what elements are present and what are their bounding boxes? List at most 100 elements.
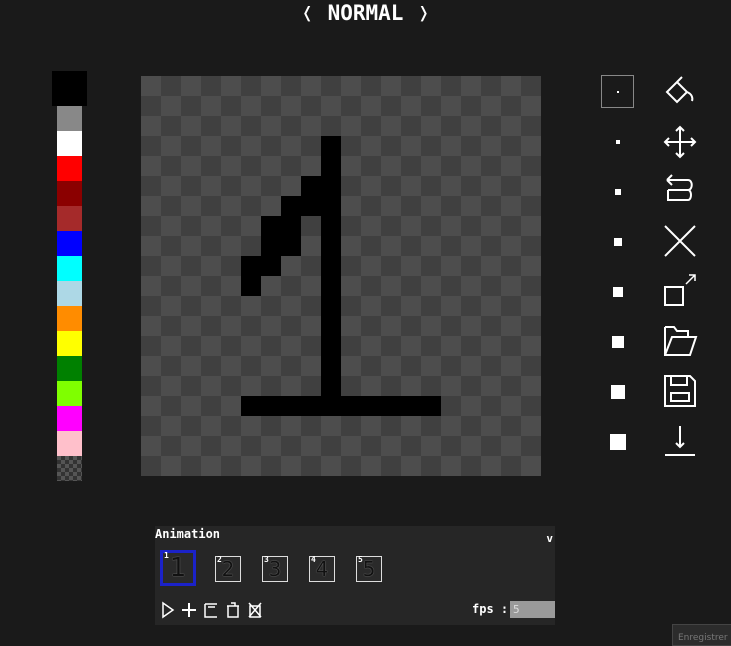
open-folder-icon[interactable] [662,323,698,359]
mode-selector: ❬ NORMAL ❭ [0,0,731,26]
painted-pixel [321,176,341,196]
color-swatch[interactable] [57,181,82,206]
color-swatch[interactable] [57,231,82,256]
painted-pixel [261,236,281,256]
brush-size-7[interactable] [601,375,634,408]
animation-panel: Animation v 11 22 33 44 55 fps : [155,526,555,625]
resize-icon[interactable] [662,274,698,310]
painted-pixel [321,256,341,276]
color-swatch[interactable] [57,106,82,131]
painted-pixel [321,156,341,176]
painted-pixel [341,396,361,416]
painted-pixel [241,276,261,296]
brush-dot-icon [610,384,625,399]
painted-pixel [321,276,341,296]
painted-pixel [241,396,261,416]
color-swatch[interactable] [57,306,82,331]
brush-size-4[interactable] [601,225,634,258]
current-color-swatch [52,71,87,106]
animation-frame[interactable]: 55 [356,555,382,582]
painted-pixel [381,396,401,416]
painted-pixel [281,236,301,256]
painted-pixel [321,236,341,256]
painted-pixel [321,216,341,236]
color-swatch[interactable] [57,381,82,406]
painted-pixel [281,396,301,416]
fps-input[interactable] [510,601,555,618]
brush-dot-icon [616,90,619,93]
color-swatch-list [57,106,82,481]
painted-pixel [321,376,341,396]
brush-dot-icon [614,188,621,195]
painted-pixel [321,196,341,216]
color-swatch[interactable] [57,131,82,156]
fps-label: fps : [472,602,509,616]
clear-frames-icon[interactable] [246,600,264,620]
brush-size-6[interactable] [601,325,634,358]
mode-label: NORMAL [327,1,404,25]
color-swatch[interactable] [57,156,82,181]
previous-mode-button[interactable]: ❬ [301,1,314,25]
painted-pixel [321,316,341,336]
painted-pixel [321,296,341,316]
color-swatch[interactable] [57,431,82,456]
painted-pixel [321,396,341,416]
color-swatch[interactable] [57,406,82,431]
painted-pixel [261,216,281,236]
frame-number: 2 [217,555,222,564]
color-swatch[interactable] [57,331,82,356]
frame-number: 4 [311,555,316,564]
color-swatch[interactable] [57,256,82,281]
animation-frame[interactable]: 11 [160,550,196,586]
fill-bucket-icon[interactable] [662,72,698,108]
brush-size-1[interactable] [601,75,634,108]
collapse-panel-button[interactable]: v [546,532,553,545]
brush-dot-icon [611,335,624,348]
painted-pixel [281,196,301,216]
painted-pixel [321,336,341,356]
next-mode-button[interactable]: ❭ [417,1,430,25]
animation-frame[interactable]: 44 [309,555,335,582]
brush-size-2[interactable] [601,125,634,158]
add-frame-icon[interactable] [180,600,198,620]
duplicate-frame-icon[interactable] [202,600,220,620]
pixel-grid[interactable] [141,76,541,476]
undo-icon[interactable] [662,172,698,208]
painted-pixel [261,396,281,416]
animation-frame[interactable]: 22 [215,555,241,582]
play-icon[interactable] [159,600,177,620]
painted-pixel [401,396,421,416]
color-swatch[interactable] [57,281,82,306]
color-swatch-transparent[interactable] [57,456,82,481]
painted-pixel [301,196,321,216]
color-swatch[interactable] [57,206,82,231]
move-icon[interactable] [662,124,698,160]
painted-pixel [361,396,381,416]
painted-pixel [241,256,261,276]
painted-pixel [261,256,281,276]
brush-dot-icon [609,433,626,450]
clear-icon[interactable] [662,223,698,259]
delete-frame-icon[interactable] [224,600,242,620]
animation-frame[interactable]: 33 [262,555,288,582]
animation-title: Animation [155,527,221,541]
frame-number: 3 [264,555,269,564]
color-swatch[interactable] [57,356,82,381]
download-icon[interactable] [662,423,698,459]
brush-size-8[interactable] [601,425,634,458]
brush-dot-icon [613,237,622,246]
frame-number: 5 [358,555,363,564]
frame-number: 1 [164,551,169,560]
brush-dot-icon [615,139,620,144]
painted-pixel [281,216,301,236]
brush-size-3[interactable] [601,175,634,208]
painted-pixel [321,136,341,156]
brush-dot-icon [612,286,623,297]
record-button[interactable]: Enregistrer [672,624,731,646]
save-icon[interactable] [662,373,698,409]
brush-size-5[interactable] [601,275,634,308]
pixel-canvas[interactable] [141,76,541,476]
painted-pixel [321,356,341,376]
painted-pixel [301,396,321,416]
painted-pixel [421,396,441,416]
